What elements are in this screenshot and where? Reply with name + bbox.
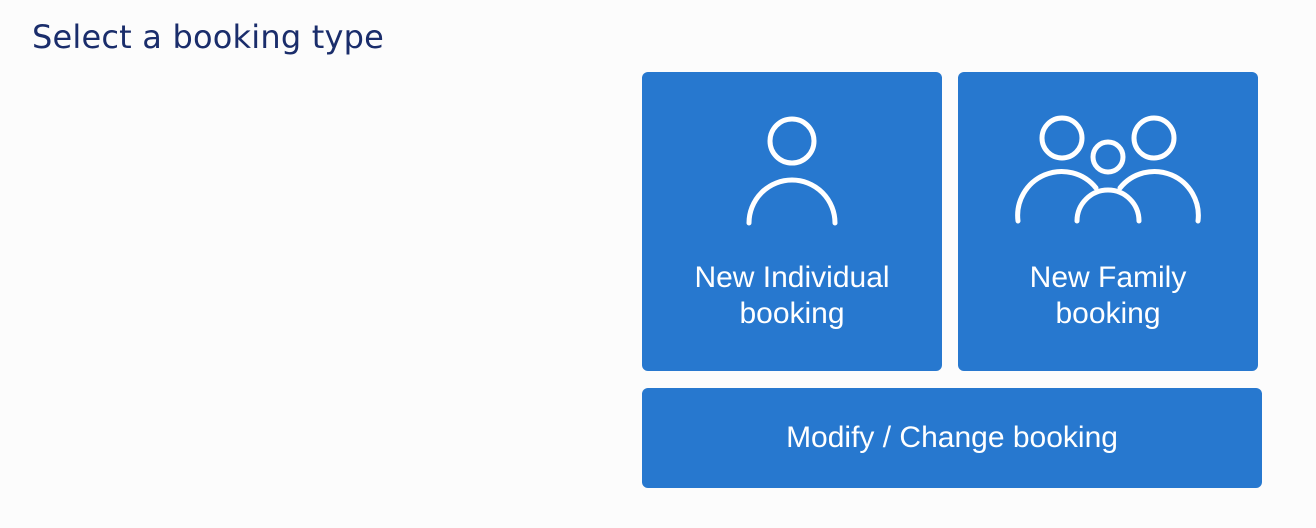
modify-change-booking-label: Modify / Change booking xyxy=(786,421,1118,454)
new-individual-booking-button[interactable]: New Individual booking xyxy=(642,72,942,371)
modify-change-booking-button[interactable]: Modify / Change booking xyxy=(642,388,1262,488)
new-family-booking-button[interactable]: New Family booking xyxy=(958,72,1258,371)
new-family-booking-label: New Family booking xyxy=(1029,261,1187,330)
booking-type-page: Select a booking type New Individual boo… xyxy=(0,0,1316,528)
new-individual-booking-label: New Individual booking xyxy=(694,261,890,330)
person-icon xyxy=(642,110,942,230)
page-title: Select a booking type xyxy=(32,18,385,56)
family-icon xyxy=(958,110,1258,230)
